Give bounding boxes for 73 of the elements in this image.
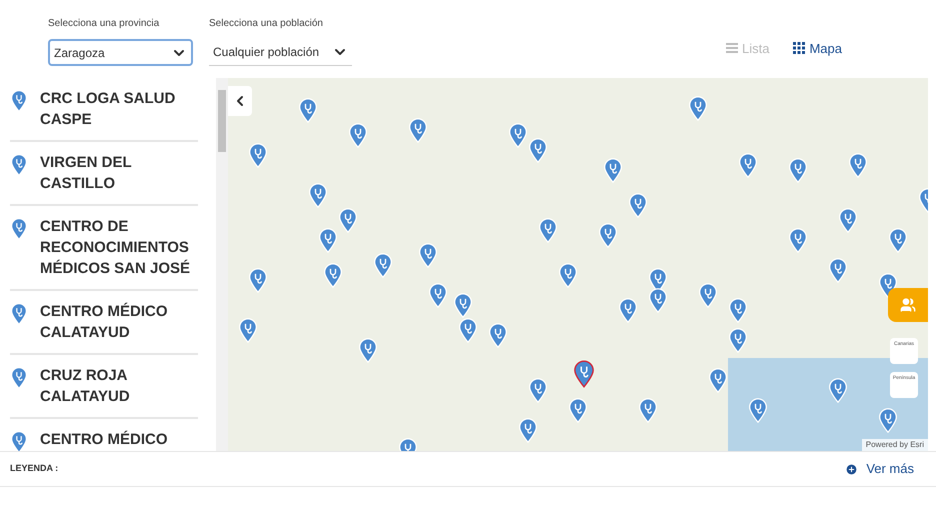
map-pin-icon[interactable] (318, 228, 338, 253)
grid-icon (793, 42, 806, 54)
selected-pin-icon[interactable] (573, 360, 595, 388)
center-list-item[interactable]: VIRGEN DEL CASTILLO (10, 142, 198, 206)
map-pin-icon[interactable] (458, 318, 478, 343)
map-pin-icon[interactable] (788, 228, 808, 253)
select-field[interactable]: Cualquier población (209, 39, 352, 66)
pin-icon[interactable] (10, 367, 28, 389)
center-list-item[interactable]: CENTRO MÉDICO CALATAYUD (10, 291, 198, 355)
map-pin-icon[interactable] (518, 418, 538, 443)
map-pin-icon[interactable] (358, 338, 378, 363)
map-pin-icon[interactable] (878, 408, 898, 433)
map-pin-icon[interactable] (238, 318, 258, 343)
map-pin-icon[interactable] (528, 138, 548, 163)
people-icon (900, 297, 916, 313)
group-button[interactable] (888, 288, 928, 322)
map-pin-icon[interactable] (698, 283, 718, 308)
map-pin-icon[interactable] (248, 268, 268, 293)
map-attribution: Powered by Esri (862, 439, 928, 451)
map-pin-icon[interactable] (528, 378, 548, 403)
field-label: Selecciona una provincia (48, 17, 160, 31)
center-list-item[interactable]: CRUZ ROJA CALATAYUD (10, 355, 198, 419)
map-pin-icon[interactable] (338, 208, 358, 233)
map-pin-icon[interactable] (888, 228, 908, 253)
collapse-button[interactable] (228, 86, 252, 116)
pin-icon[interactable] (10, 218, 28, 240)
center-list-item[interactable]: CRC LOGA SALUD CASPE (10, 78, 198, 142)
map-pin-icon[interactable] (298, 98, 318, 123)
center-list-item[interactable]: CENTRO MÉDICO (10, 419, 198, 451)
field-label: Selecciona una población (209, 17, 324, 31)
map-pin-icon[interactable] (788, 158, 808, 183)
map-pin-icon[interactable] (838, 208, 858, 233)
map-pin-icon[interactable] (508, 123, 528, 148)
map-pin-icon[interactable] (323, 263, 343, 288)
pin-icon[interactable] (10, 431, 28, 451)
map-pin-icon[interactable] (848, 153, 868, 178)
map-pin-icon[interactable] (748, 398, 768, 423)
map-pin-icon[interactable] (728, 328, 748, 353)
map-pin-icon[interactable] (728, 298, 748, 323)
map-pin-icon[interactable] (348, 123, 368, 148)
map-pin-icon[interactable] (428, 283, 448, 308)
map-pin-icon[interactable] (418, 243, 438, 268)
plus-icon (845, 462, 858, 476)
scrollbar[interactable] (216, 78, 228, 451)
pin-icon[interactable] (10, 303, 28, 325)
map-pin-icon[interactable] (603, 158, 623, 183)
map-pin-icon[interactable] (618, 298, 638, 323)
see-more-link[interactable]: Ver más (845, 459, 914, 479)
map-pin-icon[interactable] (568, 398, 588, 423)
map-pin-icon[interactable] (688, 96, 708, 121)
map-pin-icon[interactable] (308, 183, 328, 208)
map-pin-icon[interactable] (453, 293, 473, 318)
map-pin-icon[interactable] (738, 153, 758, 178)
map-pin-icon[interactable] (538, 218, 558, 243)
map-pin-icon[interactable] (598, 223, 618, 248)
map-pin-icon[interactable] (648, 288, 668, 313)
map-pin-icon[interactable] (558, 263, 578, 288)
center-list-item[interactable]: CENTRO DE RECONOCIMIENTOS MÉDICOS SAN JOSÉ (10, 206, 198, 291)
legend-label: LEYENDA : (10, 462, 58, 476)
pin-icon[interactable] (10, 154, 28, 176)
map-pin-icon[interactable] (408, 118, 428, 143)
map-pin-icon[interactable] (373, 253, 393, 278)
map-pin-icon[interactable] (828, 258, 848, 283)
map-pin-icon[interactable] (628, 193, 648, 218)
list-icon (726, 42, 738, 54)
map-pin-icon[interactable] (638, 398, 658, 423)
map-pin-icon[interactable] (248, 143, 268, 168)
map-pin-icon[interactable] (828, 378, 848, 403)
map-pin-icon[interactable] (488, 323, 508, 348)
select-field[interactable]: Zaragoza (48, 39, 193, 66)
map-pin-icon[interactable] (708, 368, 728, 393)
view-tab[interactable]: Mapa (793, 38, 842, 58)
pin-icon[interactable] (10, 90, 28, 112)
